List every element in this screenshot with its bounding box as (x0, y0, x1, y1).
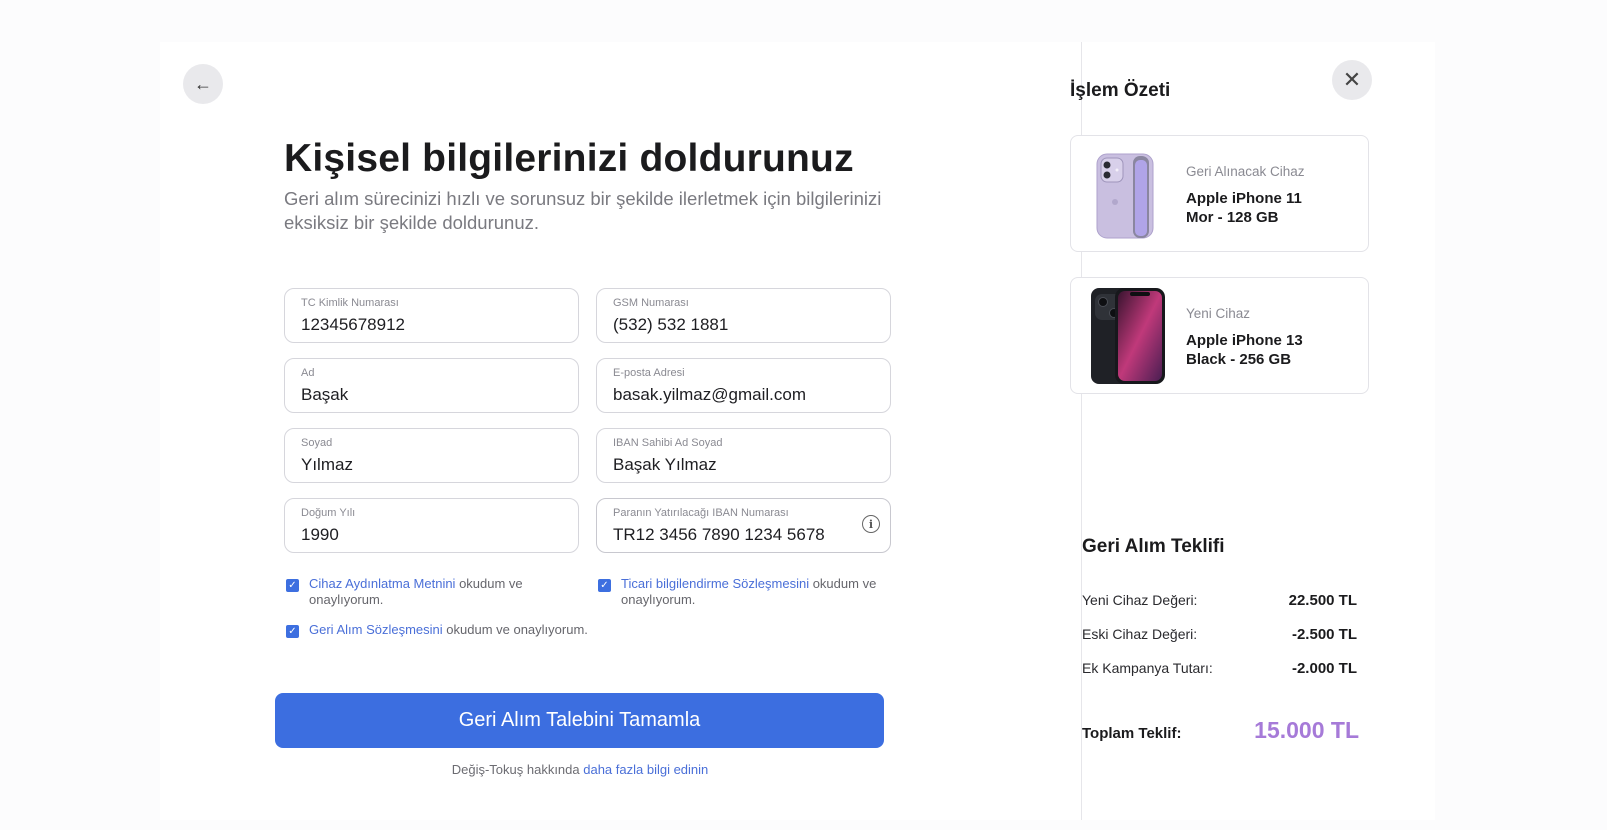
trade-in-modal: ← Kişisel bilgilerinizi doldurunuz Geri … (160, 42, 1435, 820)
birth-year-field[interactable]: Doğum Yılı (284, 498, 579, 553)
consent-device-link[interactable]: Cihaz Aydınlatma Metnini (309, 576, 455, 591)
offer-row: Eski Cihaz Değeri: -2.500 TL (1082, 626, 1357, 643)
tc-input[interactable] (301, 315, 561, 335)
gsm-field[interactable]: GSM Numarası (596, 288, 891, 343)
consent-tradein-link[interactable]: Geri Alım Sözleşmesini (309, 622, 443, 637)
ad-label: Ad (301, 367, 315, 379)
email-input[interactable] (613, 385, 873, 405)
ad-input[interactable] (301, 385, 561, 405)
gsm-input[interactable] (613, 315, 873, 335)
soyad-label: Soyad (301, 437, 333, 449)
form-panel: ← Kişisel bilgilerinizi doldurunuz Geri … (160, 42, 1081, 820)
soyad-field[interactable]: Soyad (284, 428, 579, 483)
consent-tradein-checkbox[interactable]: ✓ (286, 625, 299, 638)
page-subtitle: Geri alım sürecinizi hızlı ve sorunsuz b… (284, 188, 882, 233)
close-icon: ✕ (1342, 67, 1362, 92)
offer-row-label: Yeni Cihaz Değeri: (1082, 592, 1198, 608)
offer-row: Ek Kampanya Tutarı: -2.000 TL (1082, 660, 1357, 677)
info-icon[interactable]: i (862, 515, 880, 533)
consent-commercial-text: ✓ Ticari bilgilendirme Sözleşmesini okud… (598, 576, 888, 608)
offer-row-label: Eski Cihaz Değeri: (1082, 626, 1198, 642)
offer-title: Geri Alım Teklifi (1082, 536, 1225, 557)
summary-panel: ✕ İşlem Özeti Geri Alınacak Cihaz Apple … (1070, 42, 1435, 820)
old-device-name: Apple iPhone 11 Mor - 128 GB (1186, 190, 1302, 226)
consent-tradein-text: ✓ Geri Alım Sözleşmesini okudum ve onayl… (286, 622, 616, 638)
new-device-caption: Yeni Cihaz (1186, 306, 1251, 321)
iban-owner-label: IBAN Sahibi Ad Soyad (613, 437, 723, 449)
new-device-card: Yeni Cihaz Apple iPhone 13 Black - 256 G… (1070, 277, 1369, 394)
close-button[interactable]: ✕ (1332, 60, 1372, 100)
consent-commercial-checkbox[interactable]: ✓ (598, 579, 611, 592)
consent-device-text: ✓ Cihaz Aydınlatma Metnini okudum ve ona… (286, 576, 556, 608)
offer-row-value: -2.000 TL (1291, 660, 1357, 677)
footer-note: Değiş-Tokuş hakkında daha fazla bilgi ed… (160, 762, 1000, 777)
iban-label: Paranın Yatırılacağı IBAN Numarası (613, 507, 789, 519)
iban-owner-field[interactable]: IBAN Sahibi Ad Soyad (596, 428, 891, 483)
iban-input[interactable] (613, 525, 873, 545)
learn-more-link[interactable]: daha fazla bilgi edinin (583, 762, 708, 777)
iphone-13-image (1091, 288, 1165, 384)
new-device-name: Apple iPhone 13 Black - 256 GB (1186, 332, 1303, 368)
iban-owner-input[interactable] (613, 455, 873, 475)
summary-title: İşlem Özeti (1070, 80, 1171, 101)
soyad-input[interactable] (301, 455, 561, 475)
old-device-card: Geri Alınacak Cihaz Apple iPhone 11 Mor … (1070, 135, 1369, 252)
footer-text: Değiş-Tokuş hakkında (451, 762, 584, 777)
back-button[interactable]: ← (183, 64, 223, 104)
offer-row: Yeni Cihaz Değeri: 22.500 TL (1082, 592, 1357, 609)
email-label: E-posta Adresi (613, 367, 685, 379)
birth-year-label: Doğum Yılı (301, 507, 356, 519)
ad-field[interactable]: Ad (284, 358, 579, 413)
old-device-caption: Geri Alınacak Cihaz (1186, 164, 1305, 179)
offer-row-value: 22.500 TL (1288, 592, 1357, 609)
tc-field[interactable]: TC Kimlik Numarası (284, 288, 579, 343)
email-field[interactable]: E-posta Adresi (596, 358, 891, 413)
iphone-11-image (1096, 153, 1154, 239)
iban-field[interactable]: Paranın Yatırılacağı IBAN Numarası i (596, 498, 891, 553)
total-offer-value: 15.000 TL (1254, 717, 1359, 743)
birth-year-input[interactable] (301, 525, 561, 545)
offer-row-value: -2.500 TL (1291, 626, 1357, 643)
tc-label: TC Kimlik Numarası (301, 297, 399, 309)
consent-tradein-suffix: okudum ve onaylıyorum. (442, 622, 588, 637)
total-offer-label: Toplam Teklif: (1082, 725, 1182, 742)
gsm-label: GSM Numarası (613, 297, 689, 309)
consent-device-checkbox[interactable]: ✓ (286, 579, 299, 592)
arrow-left-icon: ← (194, 73, 212, 94)
submit-button[interactable]: Geri Alım Talebini Tamamla (275, 693, 884, 748)
offer-row-label: Ek Kampanya Tutarı: (1082, 660, 1213, 676)
consent-commercial-link[interactable]: Ticari bilgilendirme Sözleşmesini (621, 576, 809, 591)
page-title: Kişisel bilgilerinizi doldurunuz (284, 137, 854, 180)
